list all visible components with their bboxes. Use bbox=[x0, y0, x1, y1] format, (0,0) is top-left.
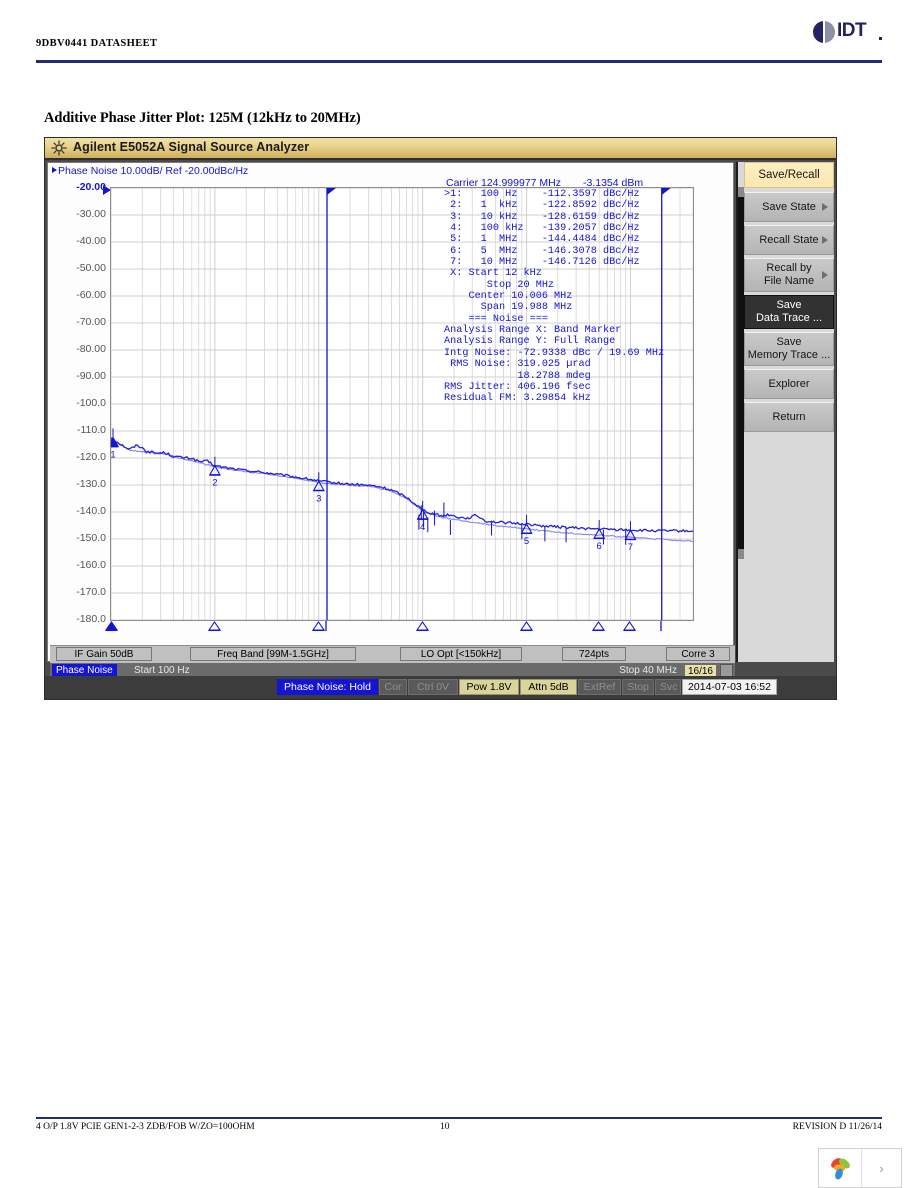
softkey-save-state[interactable]: Save State bbox=[744, 192, 834, 222]
chevron-right-icon bbox=[822, 236, 828, 244]
x-axis-marker-triangle bbox=[104, 621, 119, 634]
bottom-status-cell[interactable]: Svc bbox=[655, 679, 681, 695]
idt-mark-icon bbox=[813, 21, 835, 43]
band-marker-line bbox=[325, 621, 328, 634]
y-axis-label: -50.00 bbox=[76, 262, 106, 274]
instrument-screenshot: Agilent E5052A Signal Source Analyzer Ph… bbox=[44, 137, 837, 700]
trace-marker-icon bbox=[52, 167, 57, 173]
page-footer: 4 O/P 1.8V PCIE GEN1-2-3 ZDB/FOB W/ZO=10… bbox=[36, 1122, 882, 1138]
x-axis-marker-triangle bbox=[415, 621, 429, 634]
band-marker-line bbox=[660, 621, 663, 634]
softkey-label: Recall by bbox=[766, 262, 812, 274]
bottom-status-cell[interactable]: Pow 1.8V bbox=[459, 679, 519, 695]
y-axis-label: -100.0 bbox=[76, 397, 106, 409]
corner-widget[interactable]: › bbox=[818, 1148, 902, 1188]
svg-text:4: 4 bbox=[420, 522, 425, 533]
softkey-label: Explorer bbox=[768, 377, 810, 390]
corner-logo-icon bbox=[819, 1149, 861, 1187]
bottom-status-cell[interactable]: Attn 5dB bbox=[520, 679, 577, 695]
svg-text:7: 7 bbox=[628, 542, 633, 553]
bottom-status-cell[interactable]: Ctrl 0V bbox=[408, 679, 458, 695]
y-axis-label: -60.00 bbox=[76, 289, 106, 301]
softkey-label: Save bbox=[776, 299, 802, 311]
instrument-status-row: IF Gain 50dB Freq Band [99M-1.5GHz] LO Opt… bbox=[50, 645, 735, 663]
footer-revision: REVISION D 11/26/14 bbox=[792, 1122, 882, 1132]
y-axis-labels: -20.00 -30.00 -40.00 -50.00 -60.00 -70.00 -80.… bbox=[50, 181, 108, 625]
y-axis-label: -20.00 bbox=[76, 181, 106, 193]
svg-text:6: 6 bbox=[597, 541, 602, 552]
y-axis-label: -110.0 bbox=[77, 424, 106, 436]
chevron-right-icon bbox=[822, 271, 828, 279]
footer-rule bbox=[36, 1117, 882, 1119]
trace-title-text: Phase Noise 10.00dB/ Ref -20.00dBc/Hz bbox=[58, 165, 249, 177]
svg-text:2: 2 bbox=[212, 478, 217, 489]
y-axis-label: -160.0 bbox=[76, 559, 106, 571]
footer-page-number: 10 bbox=[440, 1122, 450, 1132]
softkey-recall-state[interactable]: Recall State bbox=[744, 225, 834, 255]
softkey-save[interactable]: Save Memory Trace ... bbox=[744, 332, 834, 366]
softkey-recall-by[interactable]: Recall by File Name bbox=[744, 258, 834, 292]
y-axis-label: -180.0 bbox=[76, 613, 106, 625]
softkey-label-line2: File Name bbox=[763, 275, 815, 287]
svg-text:5: 5 bbox=[524, 536, 529, 547]
softkey-label: Recall State bbox=[759, 233, 819, 246]
y-axis-label: -150.0 bbox=[76, 532, 106, 544]
softkey-label: Return bbox=[772, 410, 806, 423]
instrument-titlebar: Agilent E5052A Signal Source Analyzer bbox=[45, 138, 836, 160]
x-axis-marker-triangle bbox=[311, 621, 325, 634]
svg-text:3: 3 bbox=[316, 493, 321, 504]
status-cell[interactable]: Freq Band [99M-1.5GHz] bbox=[190, 647, 356, 661]
bottom-status-cell[interactable]: Cor bbox=[379, 679, 407, 695]
x-axis-marker-triangle bbox=[519, 621, 533, 634]
softkey-list: Save/Recall Save State Recall State Recall … bbox=[744, 162, 834, 432]
bottom-status-cell[interactable]: 2014-07-03 16:52 bbox=[682, 679, 777, 695]
marker-readout-table: >1: 100 Hz -112.3597 dBc/Hz 2: 1 kHz -12… bbox=[444, 189, 665, 405]
app-title: Agilent E5052A Signal Source Analyzer bbox=[73, 140, 310, 154]
softkey-menu-title: Save/Recall bbox=[744, 162, 834, 188]
y-axis-label: -120.0 bbox=[76, 451, 106, 463]
x-axis-marker-triangle bbox=[592, 621, 606, 634]
y-axis-label: -30.00 bbox=[76, 208, 106, 220]
bottom-status-cell[interactable]: ExtRef bbox=[578, 679, 621, 695]
chevron-right-icon[interactable]: › bbox=[862, 1149, 901, 1187]
trace-title: Phase Noise 10.00dB/ Ref -20.00dBc/Hz bbox=[52, 165, 248, 177]
status-cell[interactable]: Corre 3 bbox=[666, 647, 730, 661]
graph-area: Phase Noise 10.00dB/ Ref -20.00dBc/Hz Ca… bbox=[47, 162, 735, 679]
x-axis-markers bbox=[104, 621, 694, 637]
softkey-save[interactable]: Save Data Trace ... bbox=[744, 295, 834, 329]
status-cell[interactable]: IF Gain 50dB bbox=[56, 647, 152, 661]
document-code: 9DBV0441 DATASHEET bbox=[36, 38, 158, 49]
y-axis-label: -130.0 bbox=[76, 478, 106, 490]
y-axis-label: -140.0 bbox=[76, 505, 106, 517]
header-rule bbox=[36, 60, 882, 63]
sun-icon bbox=[51, 140, 67, 156]
status-cell[interactable]: 724pts bbox=[562, 647, 626, 661]
instrument-bottom-bar: Phase Noise: Hold Cor Ctrl 0V Pow 1.8V Attn … bbox=[45, 676, 836, 699]
softkey-return[interactable]: Return bbox=[744, 402, 834, 432]
y-axis-label: -170.0 bbox=[76, 586, 106, 598]
bottom-status-cell[interactable]: Stop bbox=[622, 679, 654, 695]
bottom-status-cell[interactable]: Phase Noise: Hold bbox=[277, 679, 378, 695]
softkey-label: Save State bbox=[762, 200, 816, 213]
softkey-label: Save bbox=[776, 336, 802, 348]
status-cell[interactable]: LO Opt [<150kHz] bbox=[400, 647, 522, 661]
page-title: Additive Phase Jitter Plot: 125M (12kHz … bbox=[44, 110, 361, 126]
x-axis-marker-triangle bbox=[623, 621, 637, 634]
footer-part-number: 4 O/P 1.8V PCIE GEN1-2-3 ZDB/FOB W/ZO=10… bbox=[36, 1122, 255, 1132]
y-axis-label: -70.00 bbox=[76, 316, 106, 328]
chevron-right-icon bbox=[822, 203, 828, 211]
softkey-explorer[interactable]: Explorer bbox=[744, 369, 834, 399]
softkey-label-line2: Memory Trace ... bbox=[747, 349, 831, 361]
idt-wordmark: IDT bbox=[837, 20, 867, 41]
idt-logo: IDT bbox=[813, 18, 883, 46]
page-header: 9DBV0441 DATASHEET bbox=[36, 38, 882, 62]
y-axis-label: -90.00 bbox=[76, 370, 106, 382]
softkey-label-line2: Data Trace ... bbox=[755, 312, 823, 324]
scrollbar-nub-bottom[interactable] bbox=[738, 549, 744, 559]
idt-dot bbox=[879, 37, 882, 40]
svg-text:1: 1 bbox=[111, 449, 116, 460]
x-axis-marker-triangle bbox=[207, 621, 221, 634]
y-axis-label: -80.00 bbox=[76, 343, 106, 355]
y-axis-label: -40.00 bbox=[76, 235, 106, 247]
